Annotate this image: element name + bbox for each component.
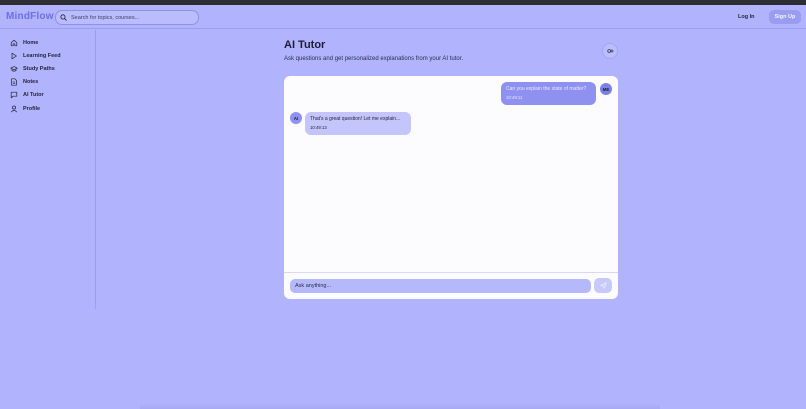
chat-panel: Can you explain the state of matter? 10:… (284, 76, 618, 299)
home-icon (10, 39, 18, 47)
chat-divider (284, 272, 618, 273)
tutor-settings-button[interactable] (602, 43, 618, 59)
top-header: MindFlow Log In Sign Up (0, 5, 806, 29)
page-subtitle: Ask questions and get personalized expla… (284, 56, 464, 62)
settings-sparkle-icon (607, 49, 614, 53)
sidebar-item-label: Learning Feed (23, 53, 61, 59)
search-icon (60, 14, 67, 21)
sidebar-item-label: Study Paths (23, 66, 55, 72)
user-message: Can you explain the state of matter? 10:… (501, 82, 596, 105)
sidebar-item-ai-tutor[interactable]: AI Tutor (10, 90, 44, 100)
sidebar-item-profile[interactable]: Profile (10, 104, 40, 114)
login-button[interactable]: Log In (738, 14, 755, 20)
graduation-cap-icon (10, 66, 18, 72)
search-bar[interactable] (55, 10, 199, 25)
chat-message-input[interactable] (290, 279, 591, 293)
send-icon (599, 282, 607, 289)
sidebar-item-learning-feed[interactable]: Learning Feed (10, 51, 61, 61)
user-avatar: ME (600, 83, 612, 95)
ai-message: That's a great question! Let me explain.… (305, 112, 411, 135)
user-icon (10, 105, 18, 113)
signup-button[interactable]: Sign Up (769, 10, 801, 24)
sidebar-item-notes[interactable]: Notes (10, 77, 38, 87)
sidebar-item-label: Home (23, 40, 39, 46)
message-time: 10:49:11 (506, 95, 523, 100)
sidebar-item-label: AI Tutor (23, 92, 44, 98)
bottom-shadow (140, 403, 660, 409)
chat-icon (10, 91, 18, 99)
page-title: AI Tutor (284, 39, 326, 51)
sidebar-item-home[interactable]: Home (10, 38, 38, 48)
sidebar: Home Learning Feed Study Paths Notes AI … (0, 30, 96, 309)
document-icon (11, 78, 17, 86)
sidebar-item-label: Profile (23, 106, 41, 112)
message-time: 10:49:13 (310, 125, 327, 130)
app-logo[interactable]: MindFlow (6, 11, 54, 22)
message-text: That's a great question! Let me explain.… (310, 116, 401, 122)
sidebar-item-label: Notes (23, 79, 39, 85)
play-icon (11, 52, 17, 60)
sidebar-item-study-paths[interactable]: Study Paths (10, 64, 55, 74)
ai-avatar: AI (290, 112, 302, 124)
search-input[interactable] (71, 14, 191, 21)
message-text: Can you explain the state of matter? (506, 86, 587, 92)
send-button[interactable] (594, 278, 612, 293)
